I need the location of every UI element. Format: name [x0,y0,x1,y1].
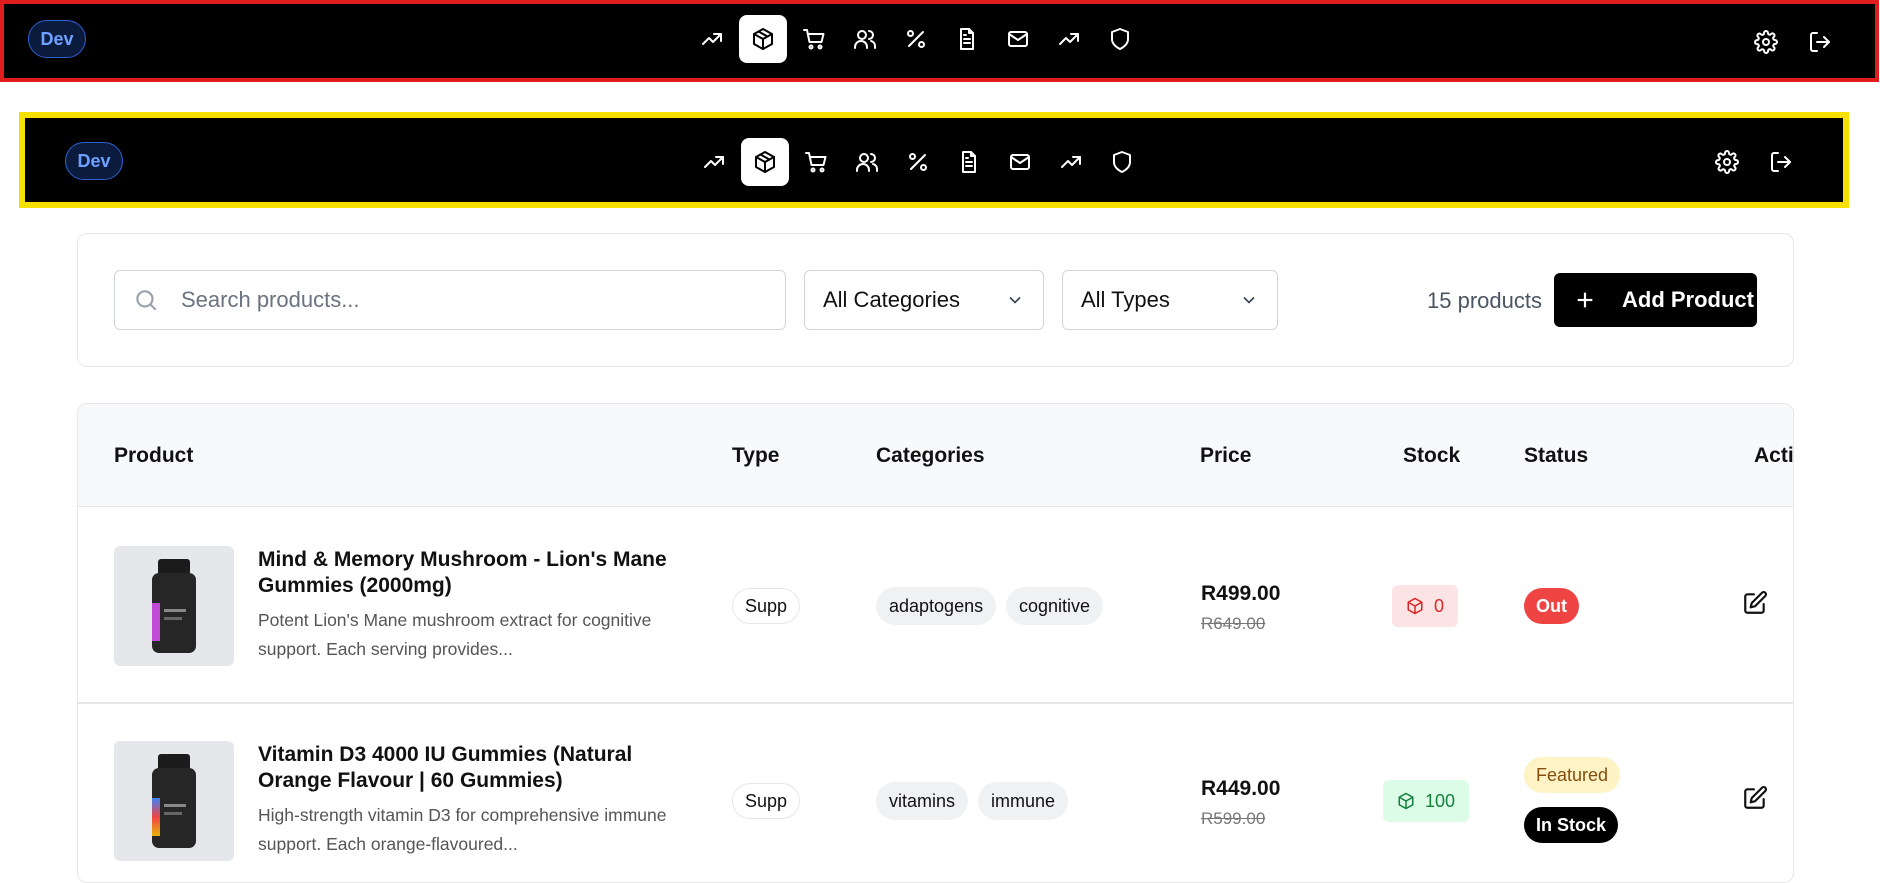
product-title[interactable]: Mind & Memory Mushroom - Lion's Mane Gum… [258,547,678,599]
gear-icon[interactable] [1705,140,1749,184]
original-price: R599.00 [1201,809,1266,828]
search-icon [136,290,157,311]
category-tag: cognitive [1006,587,1104,625]
nav-users-icon[interactable] [841,15,889,63]
nav-trends-icon[interactable] [1047,138,1095,186]
header-categories[interactable]: Categories [876,444,985,468]
nav-mail-icon[interactable] [994,15,1042,63]
search-box[interactable] [114,270,786,330]
nav-icon-group [688,15,1144,63]
product-description-line: support. Each orange-flavoured... [258,834,518,854]
category-tag: adaptogens [876,587,997,625]
featured-badge: Featured [1524,757,1621,793]
nav-users-icon[interactable] [843,138,891,186]
table-row[interactable]: Vitamin D3 4000 IU Gummies (Natural Oran… [78,702,1793,882]
nav-icon-group [690,138,1146,186]
nav-mail-icon[interactable] [996,138,1044,186]
header-type[interactable]: Type [732,444,779,468]
package-icon [1407,597,1423,615]
chevron-down-icon [1243,296,1255,304]
nav-document-icon[interactable] [943,15,991,63]
product-title-line: Orange Flavour | 60 Gummies) [258,769,563,792]
add-product-label: Add Product [1622,287,1754,312]
nav-right-group [1744,20,1842,64]
gear-icon[interactable] [1744,20,1788,64]
product-count: 15 products [1427,288,1542,313]
product-description-line: support. Each serving provides... [258,639,513,659]
dev-badge[interactable]: Dev [28,20,86,58]
nav-document-icon[interactable] [945,138,993,186]
status-badge: Out [1524,588,1579,624]
header-stock[interactable]: Stock [1403,444,1460,468]
status-badge: In Stock [1524,807,1619,843]
package-icon [1398,792,1414,810]
stock-badge: 100 [1383,780,1470,822]
product-description: Potent Lion's Mane mushroom extract for … [258,606,688,664]
price: R499.00 [1201,582,1281,605]
nav-trends-icon[interactable] [1045,15,1093,63]
nav-percent-icon[interactable] [894,138,942,186]
product-title-line: Mind & Memory Mushroom - Lion's Mane [258,548,667,571]
plus-icon [1577,292,1593,308]
type-badge: Supp [732,588,801,624]
nav-percent-icon[interactable] [892,15,940,63]
stock-count: 0 [1434,595,1445,616]
nav-shield-icon[interactable] [1098,138,1146,186]
product-title-line: Gummies (2000mg) [258,574,452,597]
category-select-value: All Categories [823,287,960,312]
add-product-button[interactable]: Add Product [1554,273,1757,327]
table-row[interactable]: Mind & Memory Mushroom - Lion's Mane Gum… [78,507,1793,704]
nav-cart-icon[interactable] [792,138,840,186]
product-image [114,546,234,666]
category-tag: immune [978,782,1069,820]
stock-badge: 0 [1392,585,1459,627]
nav-products-icon[interactable] [739,15,787,63]
stock-count: 100 [1425,790,1456,811]
type-badge: Supp [732,783,801,819]
nav-right-group [1705,140,1803,184]
nav-shield-icon[interactable] [1096,15,1144,63]
products-table: Product Type Categories Price Stock Stat… [77,403,1794,883]
header-product[interactable]: Product [114,444,193,468]
product-title-line: Vitamin D3 4000 IU Gummies (Natural [258,743,633,766]
product-image [114,741,234,861]
category-select[interactable]: All Categories [804,270,1044,330]
nav-analytics-icon[interactable] [690,138,738,186]
nav-cart-icon[interactable] [790,15,838,63]
table-header: Product Type Categories Price Stock Stat… [78,404,1793,507]
edit-icon[interactable] [1742,590,1770,618]
top-nav-bar-yellow: Dev [19,112,1849,208]
original-price: R649.00 [1201,614,1266,633]
price: R449.00 [1201,777,1281,800]
type-select-value: All Types [1081,287,1170,312]
product-title[interactable]: Vitamin D3 4000 IU Gummies (Natural Oran… [258,742,678,794]
type-select[interactable]: All Types [1062,270,1278,330]
category-tag: vitamins [876,782,969,820]
product-description: High-strength vitamin D3 for comprehensi… [258,801,688,859]
product-description-line: Potent Lion's Mane mushroom extract for … [258,610,652,630]
edit-icon[interactable] [1742,785,1770,813]
top-nav-bar-red: Dev [0,0,1879,82]
dev-badge[interactable]: Dev [65,142,123,180]
logout-icon[interactable] [1798,20,1842,64]
nav-analytics-icon[interactable] [688,15,736,63]
nav-products-icon[interactable] [741,138,789,186]
logout-icon[interactable] [1759,140,1803,184]
header-price[interactable]: Price [1200,444,1251,468]
chevron-down-icon [1009,296,1021,304]
header-status[interactable]: Status [1524,444,1588,468]
header-actions: Actio [1754,444,1794,467]
search-input[interactable] [179,286,763,314]
product-description-line: High-strength vitamin D3 for comprehensi… [258,805,667,825]
